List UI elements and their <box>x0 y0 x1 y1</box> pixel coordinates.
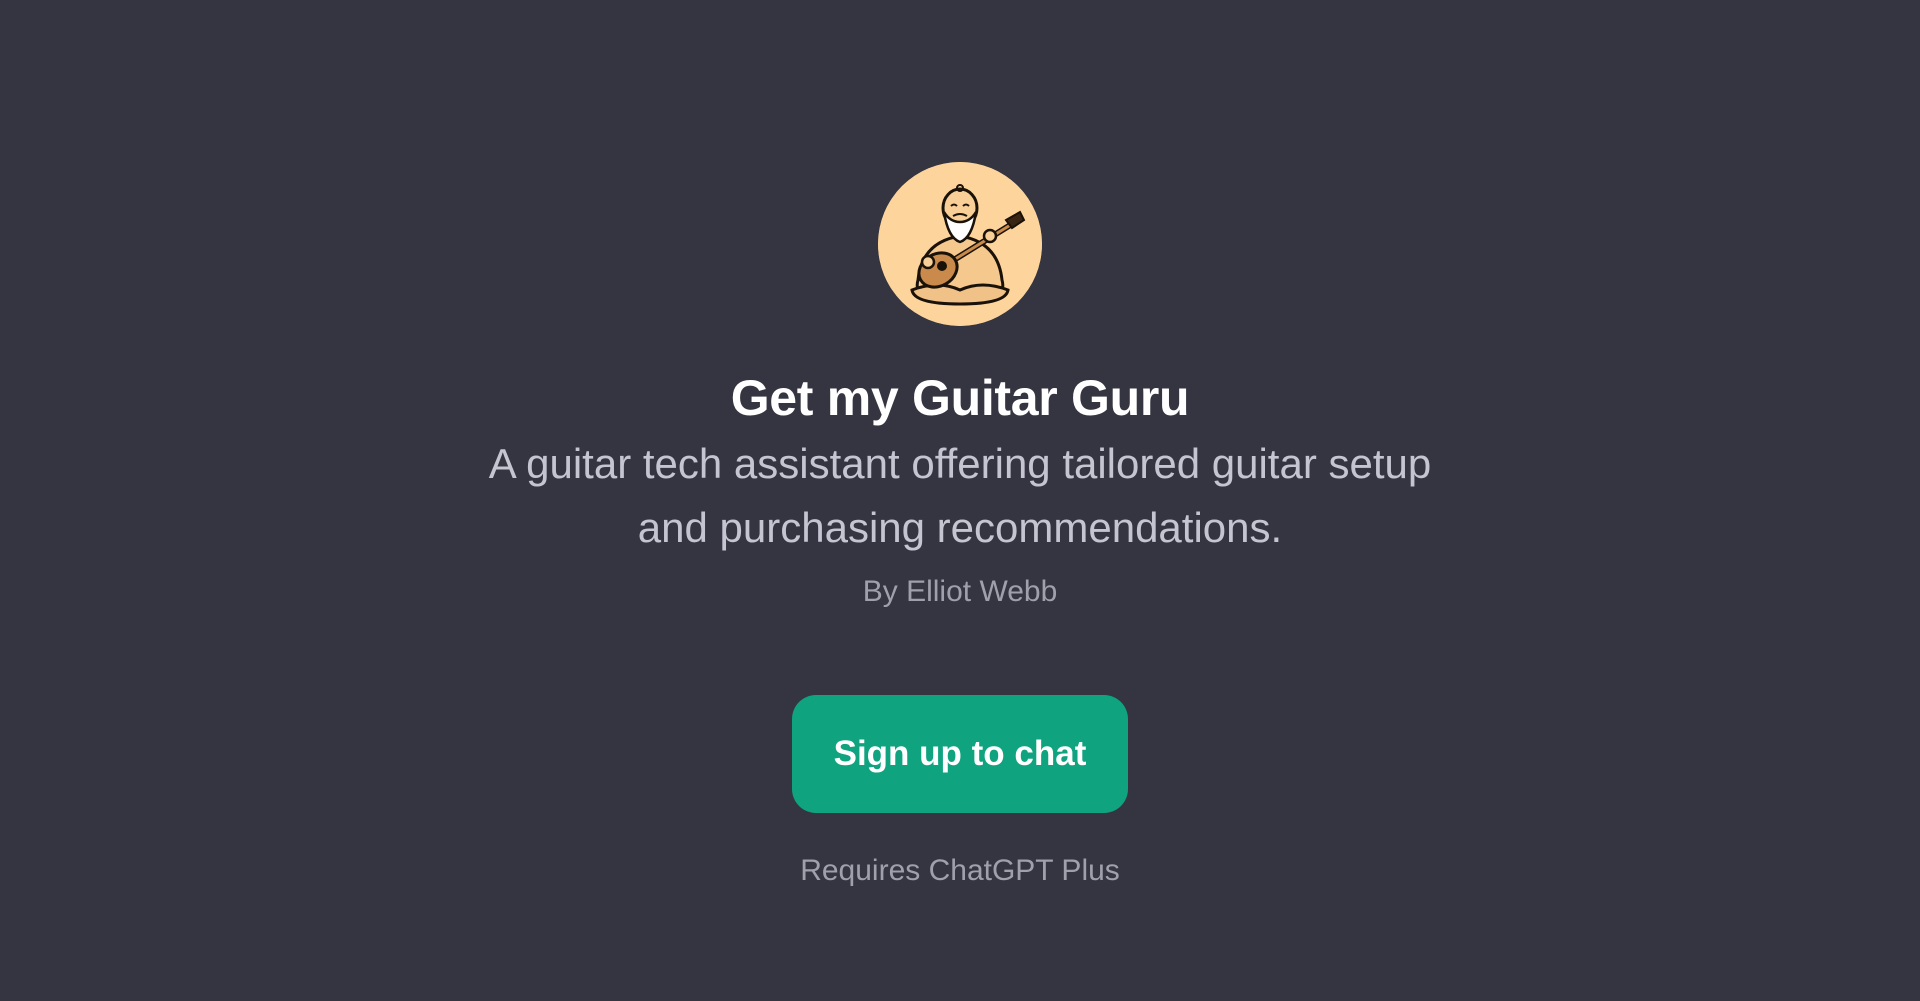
gpt-title: Get my Guitar Guru <box>730 370 1190 426</box>
gpt-description: A guitar tech assistant offering tailore… <box>488 440 1432 551</box>
guitar-guru-avatar-icon <box>878 162 1042 326</box>
gpt-author: By Elliot Webb <box>862 575 1058 608</box>
gpt-info-panel: Get my Guitar Guru A guitar tech assista… <box>0 0 1920 893</box>
plan-requirement-note: Requires ChatGPT Plus <box>800 854 1120 887</box>
gpt-landing-page: Get my Guitar Guru A guitar tech assista… <box>0 0 1920 1001</box>
sign-up-to-chat-button[interactable]: Sign up to chat <box>792 695 1128 813</box>
